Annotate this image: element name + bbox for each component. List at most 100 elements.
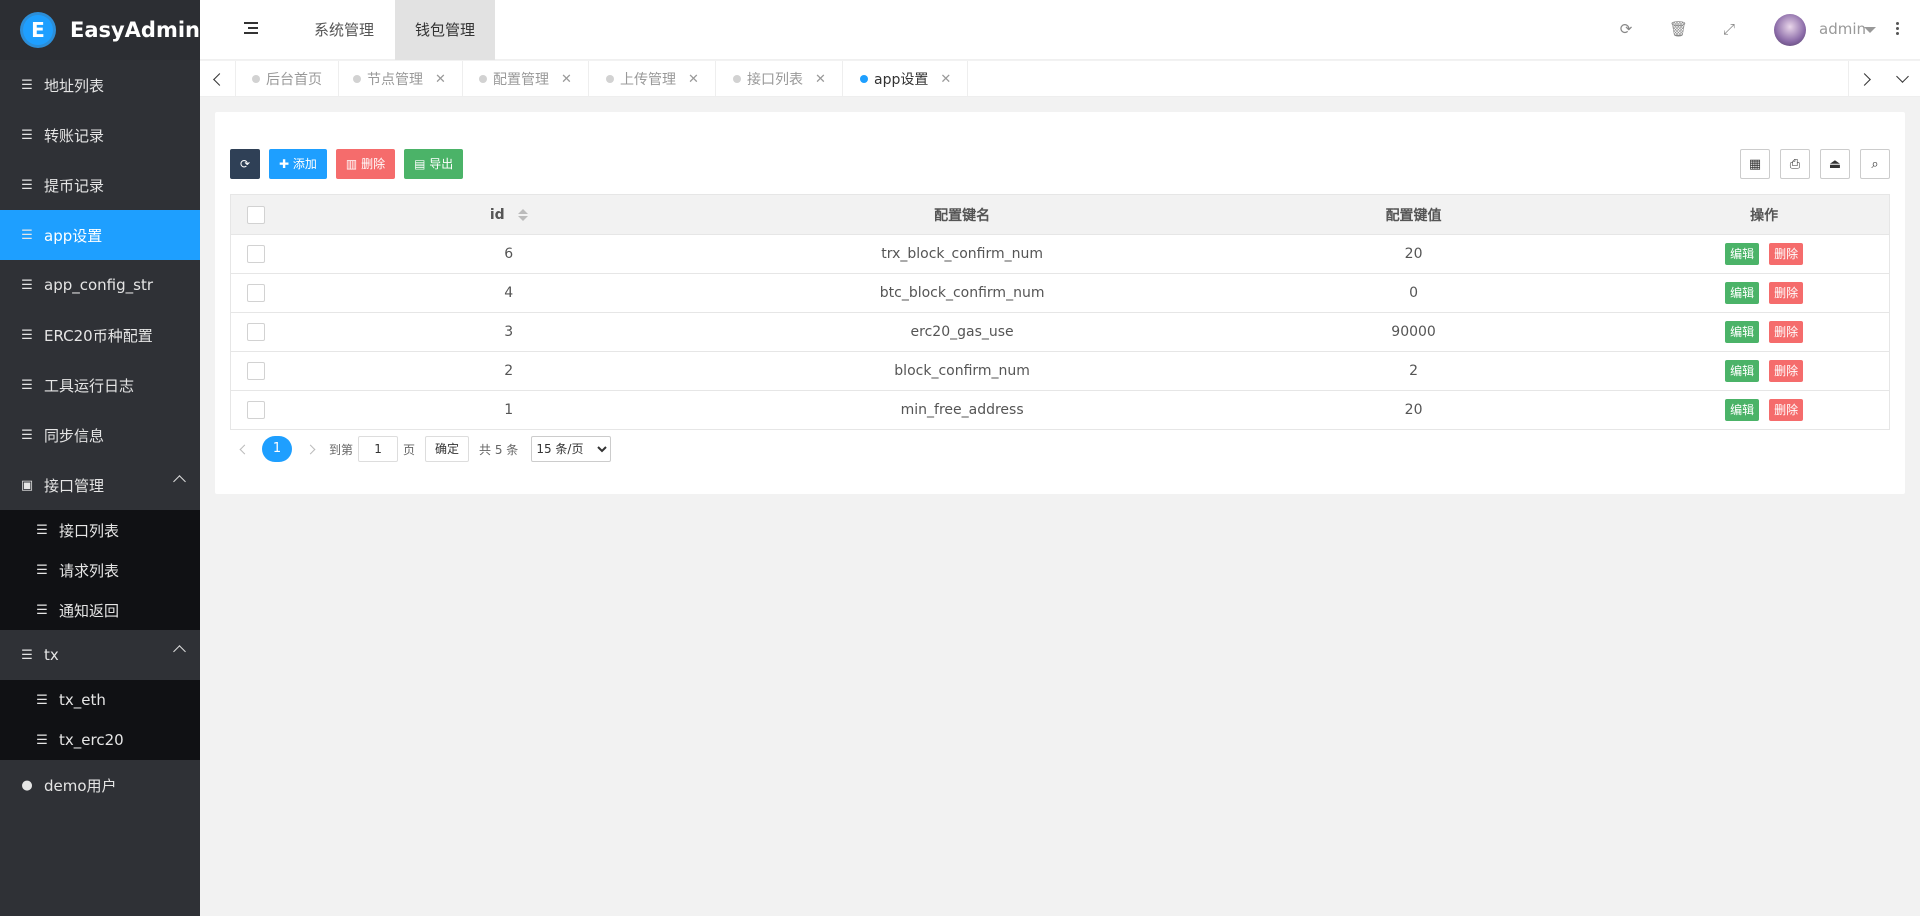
row-checkbox[interactable] [246, 323, 265, 341]
sidebar-item-label: tx_erc20 [59, 731, 124, 749]
edit-button[interactable]: 编辑 [1725, 321, 1760, 343]
next-page-icon[interactable] [300, 436, 320, 462]
close-icon[interactable]: ✕ [688, 72, 699, 87]
trash-icon[interactable]: 🗑 [1669, 20, 1688, 38]
export-button[interactable]: ▤ 导出 [404, 149, 464, 179]
sidebar-item-demo-user[interactable]: ● demo用户 [0, 760, 200, 810]
caret-down-icon[interactable] [1864, 27, 1876, 33]
sidebar-subitem-api-list[interactable]: ☰ 接口列表 [0, 510, 200, 550]
chevron-up-icon [173, 475, 186, 488]
sidebar-item-label: 请求列表 [59, 561, 120, 580]
tab-dot [353, 75, 361, 83]
sidebar-subitem-tx-erc20[interactable]: ☰ tx_erc20 [0, 720, 200, 760]
edit-button[interactable]: 编辑 [1725, 243, 1760, 265]
row-checkbox[interactable] [246, 401, 265, 419]
print-icon[interactable]: ⎙ [1780, 149, 1810, 179]
page-size-select[interactable]: 15 条/页 [531, 436, 612, 462]
sidebar-subitem-request-list[interactable]: ☰ 请求列表 [0, 550, 200, 590]
add-button[interactable]: ✚ 添加 [269, 149, 327, 179]
user-icon: ● [21, 777, 33, 793]
row-checkbox[interactable] [246, 245, 265, 263]
sidebar-subitem-notify-return[interactable]: ☰ 通知返回 [0, 590, 200, 630]
refresh-button[interactable]: ⟳ [230, 149, 260, 179]
tab-upload-management[interactable]: 上传管理 ✕ [590, 61, 716, 97]
prev-page-icon[interactable] [234, 436, 254, 462]
more-vertical-icon[interactable] [1896, 22, 1900, 37]
delete-row-button[interactable]: 删除 [1769, 282, 1804, 304]
edit-button[interactable]: 编辑 [1725, 360, 1760, 382]
edit-button[interactable]: 编辑 [1725, 399, 1760, 421]
delete-row-button[interactable]: 删除 [1769, 399, 1804, 421]
file-export-icon: ▤ [414, 157, 426, 171]
row-checkbox[interactable] [246, 284, 265, 302]
config-table: id 配置键名 配置键值 操作 6 trx_block_confirm_num … [230, 194, 1890, 430]
close-icon[interactable]: ✕ [435, 72, 446, 87]
goto-confirm-button[interactable]: 确定 [425, 436, 470, 462]
tab-api-list[interactable]: 接口列表 ✕ [717, 61, 843, 97]
top-tab-system[interactable]: 系统管理 [294, 0, 394, 60]
tabs-scroll-right-icon[interactable] [1848, 61, 1884, 97]
close-icon[interactable]: ✕ [815, 72, 826, 87]
delete-row-button[interactable]: 删除 [1769, 360, 1804, 382]
cell-key: erc20_gas_use [910, 324, 1014, 340]
close-icon[interactable]: ✕ [940, 72, 951, 87]
sidebar-item-label: 地址列表 [44, 76, 105, 95]
refresh-icon: ⟳ [239, 157, 251, 171]
columns-icon[interactable]: ▦ [1740, 149, 1770, 179]
close-icon[interactable]: ✕ [561, 72, 572, 87]
search-icon[interactable]: ⌕ [1860, 149, 1890, 179]
tabs-scroll-left-icon[interactable] [200, 61, 236, 97]
list-icon: ☰ [21, 647, 33, 663]
fullscreen-icon[interactable]: ⤢ [1720, 20, 1738, 38]
app-title: EasyAdmin [69, 18, 200, 42]
sidebar-item-withdraw-records[interactable]: ☰ 提币记录 [0, 160, 200, 210]
username[interactable]: admin [1819, 20, 1866, 38]
menu-toggle-icon[interactable] [244, 22, 258, 37]
sidebar-item-tool-logs[interactable]: ☰ 工具运行日志 [0, 360, 200, 410]
edit-button[interactable]: 编辑 [1725, 282, 1760, 304]
tab-dot [860, 75, 868, 83]
row-checkbox[interactable] [246, 362, 265, 380]
table-row: 2 block_confirm_num 2 编辑 删除 [231, 351, 1889, 390]
tab-label: 配置管理 [493, 72, 549, 88]
sidebar-item-label: 提币记录 [44, 176, 105, 195]
sidebar-item-address-list[interactable]: ☰ 地址列表 [0, 60, 200, 110]
tabs-dropdown-icon[interactable] [1884, 61, 1920, 97]
tab-dot [606, 75, 614, 83]
sort-icon[interactable] [517, 208, 528, 221]
column-header-key: 配置键名 [934, 207, 991, 224]
app-logo[interactable]: E EasyAdmin [0, 0, 200, 60]
delete-button[interactable]: ▥ 删除 [335, 149, 396, 179]
goto-page-input[interactable] [358, 436, 399, 462]
sidebar-item-transfer-records[interactable]: ☰ 转账记录 [0, 110, 200, 160]
tab-home[interactable]: 后台首页 [236, 61, 339, 97]
sidebar-item-label: 通知返回 [59, 601, 120, 620]
select-all-checkbox[interactable] [246, 205, 265, 224]
sidebar-subitem-tx-eth[interactable]: ☰ tx_eth [0, 680, 200, 720]
export-icon[interactable]: ⏏ [1820, 149, 1850, 179]
list-icon: ☰ [36, 602, 48, 618]
tab-config-management[interactable]: 配置管理 ✕ [463, 61, 589, 97]
total-count: 共 5 条 [479, 442, 519, 457]
sidebar-item-api-management[interactable]: ▣ 接口管理 [0, 460, 200, 510]
delete-row-button[interactable]: 删除 [1769, 243, 1804, 265]
column-header-value: 配置键值 [1385, 207, 1442, 224]
sidebar-item-sync-info[interactable]: ☰ 同步信息 [0, 410, 200, 460]
column-header-id[interactable]: id [281, 207, 736, 223]
top-tab-wallet[interactable]: 钱包管理 [395, 0, 496, 60]
avatar[interactable] [1774, 14, 1806, 46]
submenu-tx: ☰ tx_eth ☰ tx_erc20 [0, 680, 200, 760]
delete-row-button[interactable]: 删除 [1769, 321, 1804, 343]
sidebar-item-app-settings[interactable]: ☰ app设置 [0, 210, 200, 260]
tab-node-management[interactable]: 节点管理 ✕ [337, 61, 463, 97]
current-page[interactable]: 1 [262, 436, 292, 462]
sidebar-item-erc20-config[interactable]: ☰ ERC20币种配置 [0, 310, 200, 360]
table-row: 4 btc_block_confirm_num 0 编辑 删除 [231, 273, 1889, 312]
cell-id: 4 [504, 285, 514, 301]
tab-app-settings[interactable]: app设置 ✕ [844, 61, 969, 97]
sidebar-item-tx[interactable]: ☰ tx [0, 630, 200, 680]
sidebar-item-label: tx [44, 646, 59, 664]
refresh-icon[interactable]: ⟳ [1617, 20, 1635, 38]
sidebar: E EasyAdmin ☰ 地址列表 ☰ 转账记录 ☰ 提币记录 ☰ app设置… [0, 0, 200, 916]
sidebar-item-app-config-str[interactable]: ☰ app_config_str [0, 260, 200, 310]
